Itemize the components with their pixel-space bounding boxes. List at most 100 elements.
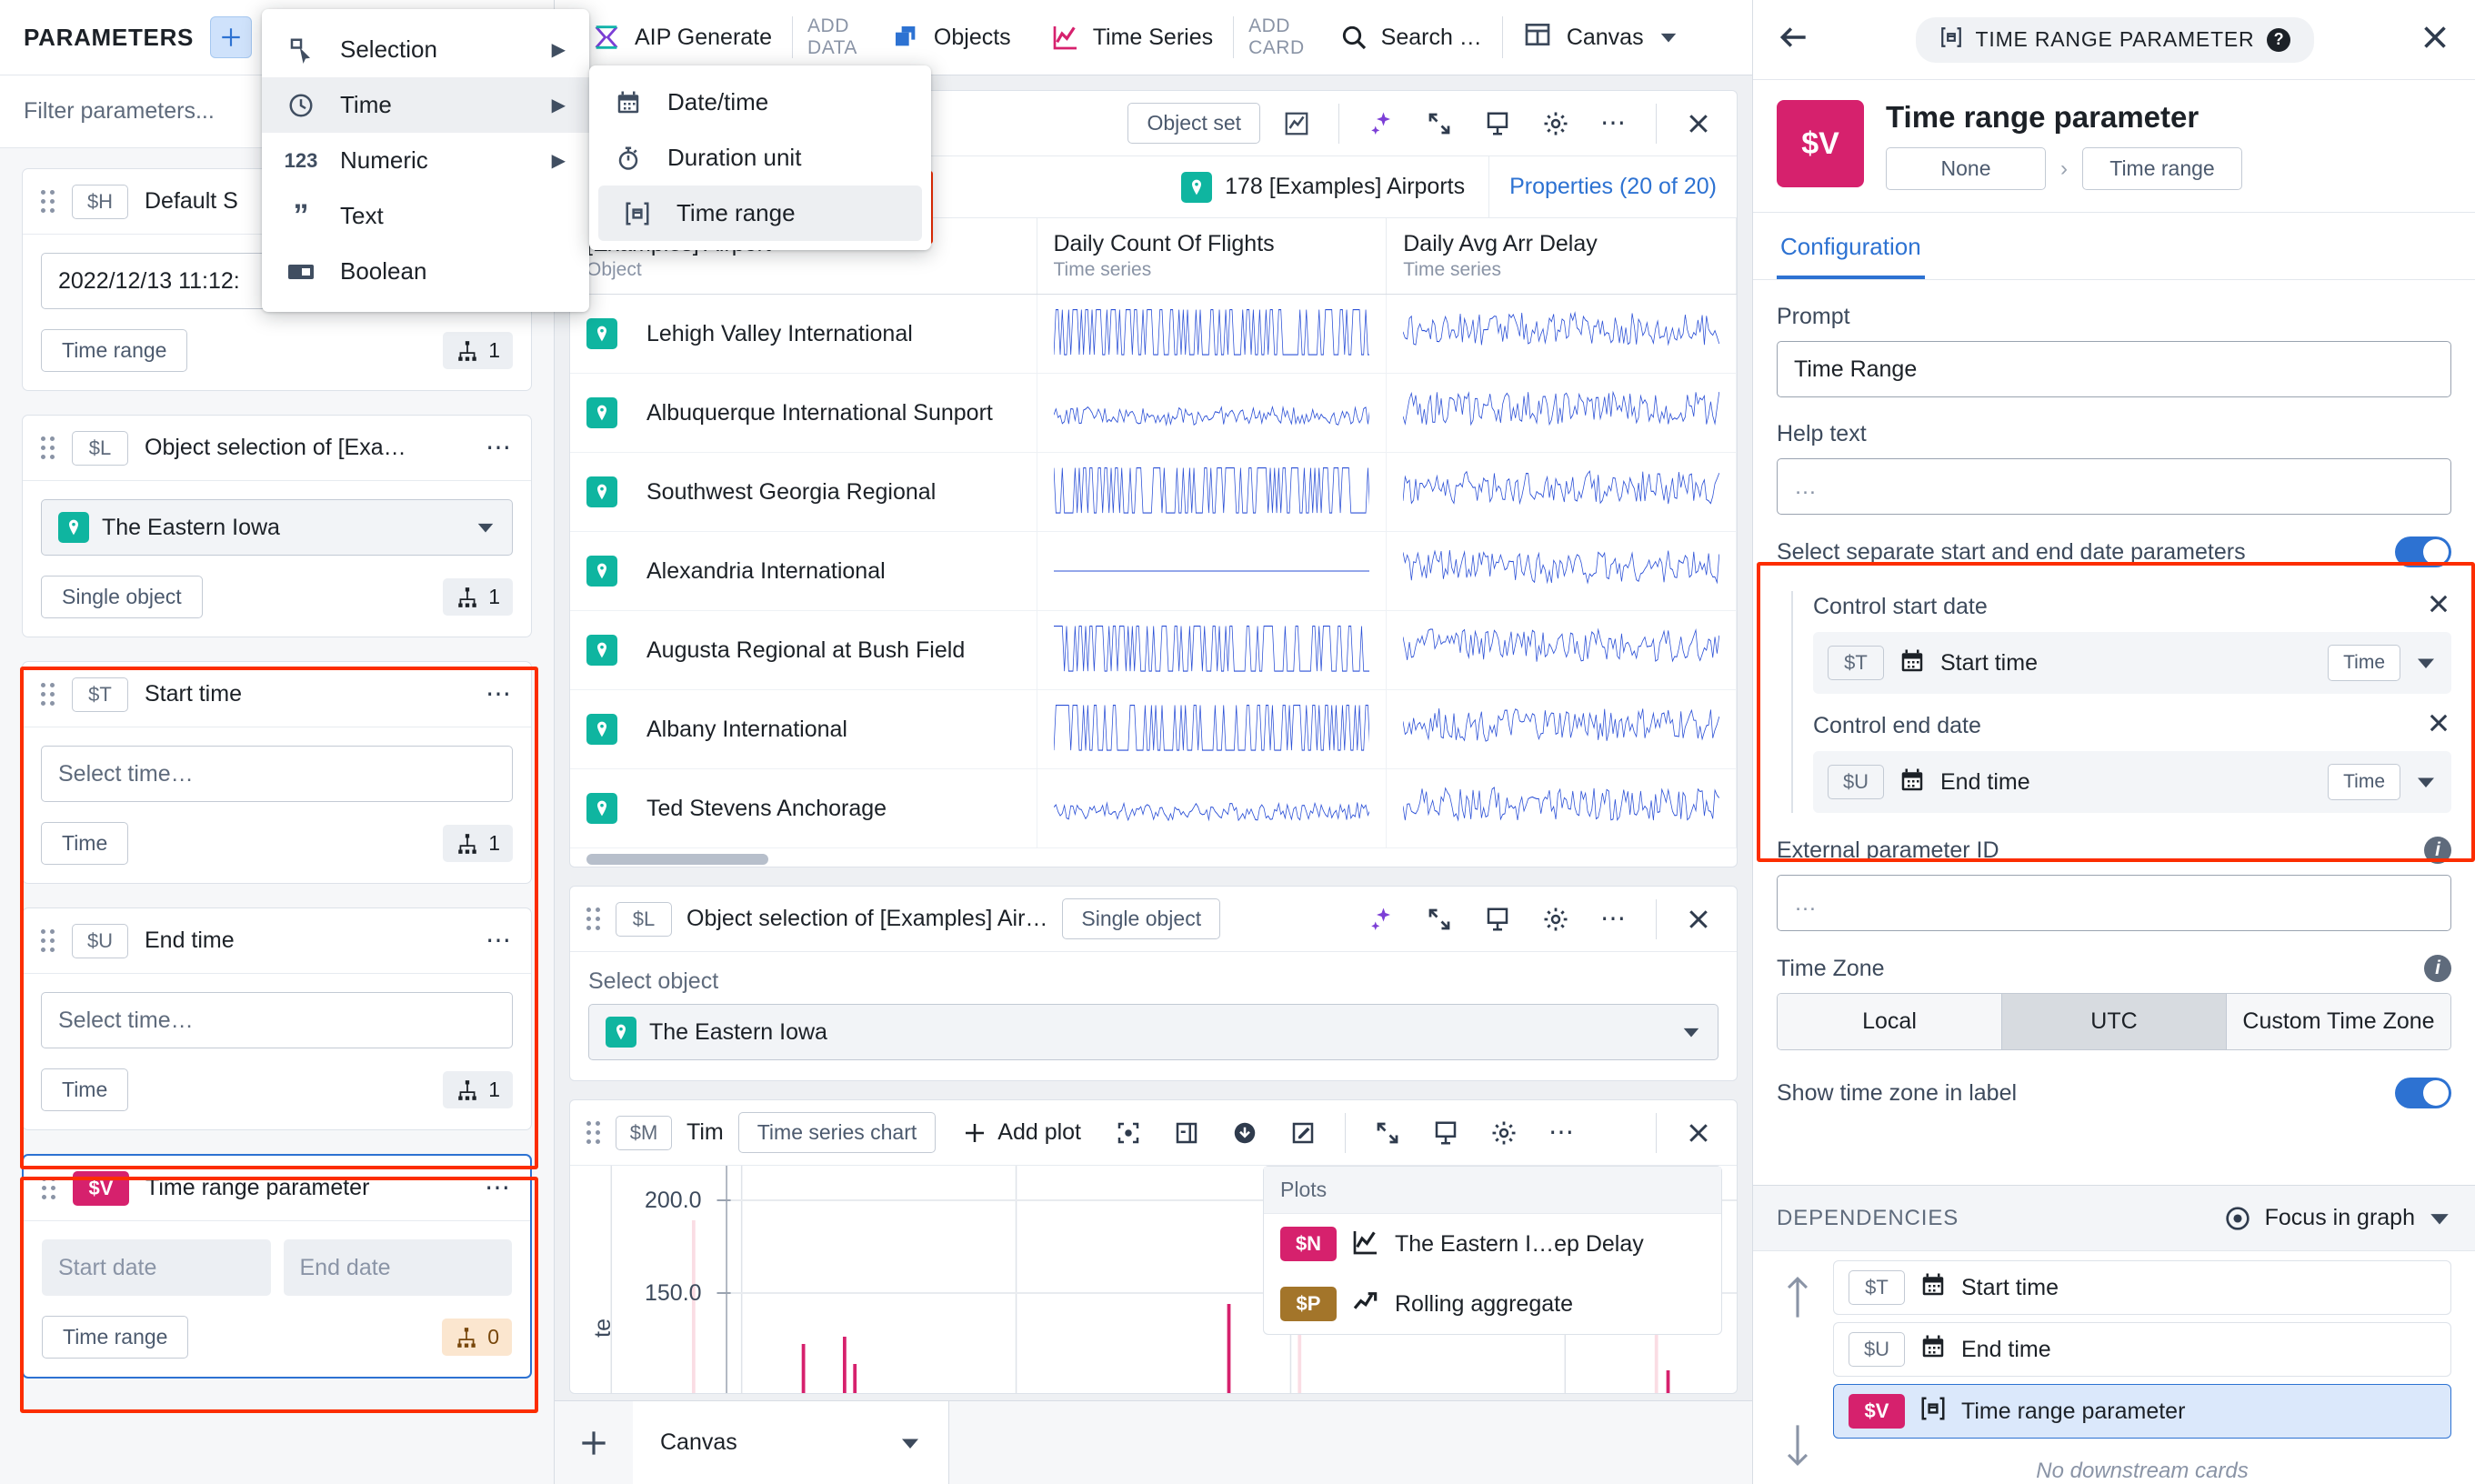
toolbar-time-series[interactable]: Time Series [1031, 0, 1233, 75]
dependency-row-time-range-parameter[interactable]: $V Time range parameter [1833, 1384, 2451, 1439]
show-timezone-toggle[interactable] [2395, 1078, 2451, 1108]
external-parameter-id-input[interactable]: … [1777, 875, 2451, 931]
single-object-chip[interactable]: Single object [1062, 898, 1221, 939]
add-data-label[interactable]: ADD DATA [793, 15, 872, 58]
drag-handle-icon[interactable] [41, 189, 55, 214]
breadcrumb-item-type[interactable]: Time range [2082, 147, 2242, 190]
menu-item-boolean[interactable]: Boolean [262, 244, 589, 299]
focus-in-graph-button[interactable]: Focus in graph [2223, 1204, 2451, 1233]
object-select-dropdown[interactable]: The Eastern Iowa [41, 499, 513, 556]
table-row[interactable]: Albany International [570, 689, 1737, 769]
chart-plot-area[interactable]: 200.0 150.0 te Plots $N The Eastern I…ep… [570, 1166, 1737, 1393]
dependency-count[interactable]: 0 [442, 1319, 512, 1356]
drag-handle-icon[interactable] [586, 1120, 601, 1145]
plot-legend-item[interactable]: $P Rolling aggregate [1264, 1274, 1721, 1334]
table-cell-object[interactable]: Augusta Regional at Bush Field [570, 610, 1037, 690]
table-cell-daily-delay[interactable] [1386, 768, 1737, 848]
table-cell-daily-count[interactable] [1037, 294, 1388, 374]
parameter-type-menu[interactable]: Selection ▶ Time ▶ 123 Numeric ▶ ” Text … [262, 9, 589, 312]
parameter-overflow-menu[interactable]: ⋯ [485, 1175, 512, 1200]
timezone-option-local[interactable]: Local [1778, 994, 2002, 1049]
dependency-count[interactable]: 1 [443, 332, 513, 369]
table-row[interactable]: Augusta Regional at Bush Field [570, 610, 1737, 690]
clear-end-date-button[interactable] [2426, 710, 2451, 742]
table-header-cell[interactable]: Daily Avg Arr Delay Time series [1386, 218, 1737, 295]
dependency-row-start-time[interactable]: $T Start time [1833, 1260, 2451, 1315]
chevron-down-icon[interactable] [2415, 652, 2437, 674]
menu-item-time[interactable]: Time ▶ [262, 77, 589, 133]
table-row[interactable]: Lehigh Valley International [570, 294, 1737, 374]
table-cell-daily-delay[interactable] [1386, 610, 1737, 690]
menu-item-numeric[interactable]: 123 Numeric ▶ [262, 133, 589, 188]
toolbar-objects[interactable]: Objects [872, 0, 1031, 75]
menu-item-selection[interactable]: Selection ▶ [262, 22, 589, 77]
table-row[interactable]: Alexandria International [570, 531, 1737, 611]
parameter-card-end-time[interactable]: $U End time ⋯ Select time… Time 1 [22, 907, 532, 1130]
close-icon[interactable] [1677, 102, 1720, 145]
time-submenu[interactable]: Date/time Duration unit Time range [589, 65, 931, 250]
menu-item-text[interactable]: ” Text [262, 188, 589, 244]
dependency-count[interactable]: 1 [443, 1071, 513, 1108]
parameter-card-object-selection[interactable]: $L Object selection of [Exa… ⋯ The Easte… [22, 415, 532, 637]
table-row[interactable]: Albuquerque International Sunport [570, 373, 1737, 453]
add-plot-button[interactable]: Add plot [950, 1100, 1092, 1165]
dependency-count[interactable]: 1 [443, 825, 513, 862]
select-object-dropdown[interactable]: The Eastern Iowa [588, 1004, 1718, 1060]
submenu-item-datetime[interactable]: Date/time [589, 75, 931, 130]
toolbar-search[interactable]: Search … [1319, 0, 1502, 75]
table-cell-daily-count[interactable] [1037, 531, 1388, 611]
scrollbar-thumb[interactable] [586, 854, 768, 865]
chevron-down-icon[interactable] [2415, 771, 2437, 793]
table-cell-object[interactable]: Albuquerque International Sunport [570, 373, 1037, 453]
table-row[interactable]: Southwest Georgia Regional [570, 452, 1737, 532]
card-overflow-menu[interactable]: ⋯ [1592, 897, 1636, 941]
table-cell-daily-count[interactable] [1037, 689, 1388, 769]
close-icon[interactable] [1677, 897, 1720, 941]
control-end-date-select[interactable]: $U End time Time [1813, 751, 2451, 813]
expand-button[interactable] [1418, 102, 1461, 145]
present-button[interactable] [1476, 102, 1519, 145]
dependency-row-end-time[interactable]: $U End time [1833, 1322, 2451, 1377]
submenu-item-duration-unit[interactable]: Duration unit [589, 130, 931, 186]
ai-sparkle-button[interactable] [1359, 897, 1403, 941]
gear-icon[interactable] [1534, 102, 1578, 145]
drag-handle-icon[interactable] [41, 682, 55, 707]
gear-icon[interactable] [1482, 1111, 1526, 1155]
expand-button[interactable] [1366, 1111, 1409, 1155]
add-canvas-button[interactable] [555, 1401, 633, 1484]
canvas-tab[interactable]: Canvas [633, 1401, 949, 1484]
control-start-date-select[interactable]: $T Start time Time [1813, 632, 2451, 694]
drag-handle-icon[interactable] [42, 1176, 56, 1200]
table-cell-daily-delay[interactable] [1386, 452, 1737, 532]
add-parameter-button[interactable] [210, 16, 253, 58]
end-time-input[interactable]: Select time… [41, 992, 513, 1048]
parameter-overflow-menu[interactable]: ⋯ [486, 435, 513, 460]
table-cell-daily-count[interactable] [1037, 452, 1388, 532]
table-cell-daily-count[interactable] [1037, 610, 1388, 690]
table-cell-object[interactable]: Albany International [570, 689, 1037, 769]
table-cell-daily-delay[interactable] [1386, 531, 1737, 611]
toolbar-canvas-dropdown[interactable]: Canvas [1503, 20, 1698, 55]
timezone-option-custom[interactable]: Custom Time Zone [2227, 994, 2450, 1049]
table-cell-daily-count[interactable] [1037, 373, 1388, 453]
drag-handle-icon[interactable] [41, 928, 55, 953]
chart-type-chip[interactable]: Time series chart [737, 1112, 937, 1153]
edit-button[interactable] [1281, 1111, 1325, 1155]
help-icon[interactable]: ? [2267, 27, 2291, 52]
table-row[interactable]: Ted Stevens Anchorage [570, 768, 1737, 848]
start-date-input[interactable]: Start date [42, 1239, 271, 1296]
tab-configuration[interactable]: Configuration [1777, 213, 1925, 279]
info-icon[interactable]: i [2424, 955, 2451, 982]
parameter-card-start-time[interactable]: $T Start time ⋯ Select time… Time 1 [22, 661, 532, 884]
end-date-input[interactable]: End date [283, 1239, 512, 1296]
add-card-label[interactable]: ADD CARD [1234, 15, 1319, 58]
table-cell-object[interactable]: Ted Stevens Anchorage [570, 768, 1037, 848]
parameter-overflow-menu[interactable]: ⋯ [486, 928, 513, 953]
download-button[interactable] [1223, 1111, 1267, 1155]
start-time-input[interactable]: Select time… [41, 746, 513, 802]
info-icon[interactable]: i [2424, 837, 2451, 864]
separate-dates-toggle[interactable] [2395, 536, 2451, 567]
submenu-item-time-range[interactable]: Time range [598, 186, 922, 241]
table-cell-daily-delay[interactable] [1386, 294, 1737, 374]
split-panel-button[interactable] [1165, 1111, 1208, 1155]
